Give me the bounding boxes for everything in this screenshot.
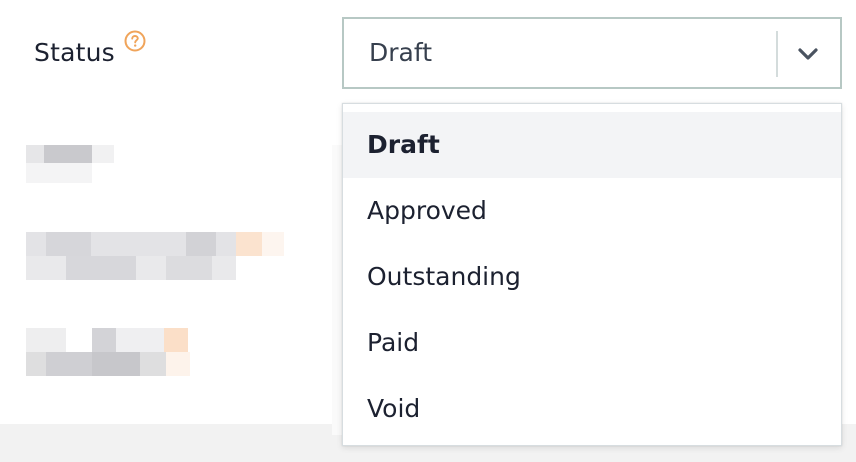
status-select[interactable]: Draft [342,17,842,89]
option-approved[interactable]: Approved [343,178,841,244]
option-draft[interactable]: Draft [343,112,841,178]
status-select-value: Draft [369,38,433,67]
redacted-text-block-1 [26,145,116,185]
status-label: Status [34,38,115,67]
select-divider [776,31,778,77]
option-void[interactable]: Void [343,376,841,442]
option-outstanding[interactable]: Outstanding [343,244,841,310]
question-circle-icon[interactable] [124,30,146,52]
chevron-down-icon[interactable] [794,40,822,68]
status-form-page: Status Draft Draft Approved Outstanding … [0,0,856,462]
option-paid[interactable]: Paid [343,310,841,376]
redacted-text-block-3 [26,328,196,376]
redacted-text-block-2 [26,232,286,280]
status-dropdown-menu: Draft Approved Outstanding Paid Void [342,103,842,446]
background-panel-edge [332,145,342,435]
